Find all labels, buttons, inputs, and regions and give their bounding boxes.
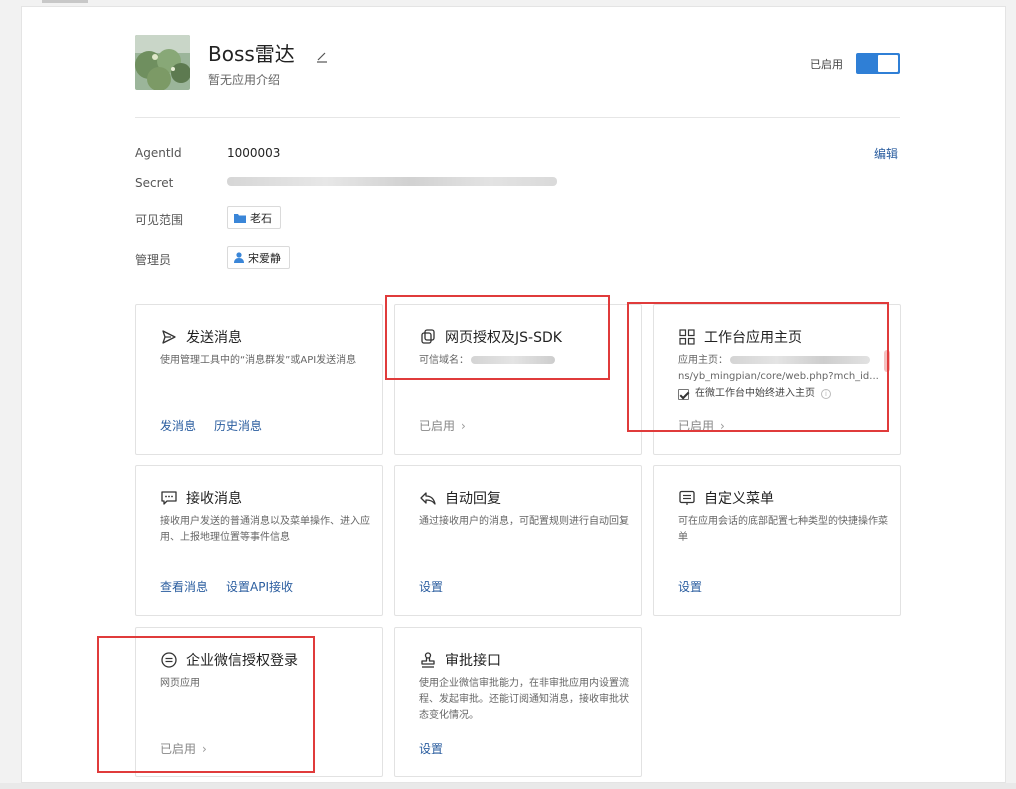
copy-link-icon xyxy=(421,329,435,344)
card-title: 接收消息 xyxy=(186,491,242,507)
card-approval-api: 审批接口 使用企业微信审批能力，在非审批应用内设置流程、发起审批。还能订阅通知消… xyxy=(394,627,642,777)
always-enter-homepage-label: 在微工作台中始终进入主页 xyxy=(695,388,815,399)
menu-list-icon xyxy=(679,490,695,505)
card-title: 网页授权及JS-SDK xyxy=(445,330,562,346)
page-scrollbar[interactable] xyxy=(1006,0,1016,789)
grid-icon xyxy=(679,329,695,345)
homepage-url-label: 应用主页： xyxy=(678,355,728,366)
app-avatar xyxy=(135,35,190,90)
approval-settings-link[interactable]: 设置 xyxy=(419,740,443,757)
admin-chip[interactable]: 宋爱静 xyxy=(227,246,290,269)
bottom-edge xyxy=(0,783,1016,789)
agentid-value: 1000003 xyxy=(227,146,281,160)
secret-label: Secret xyxy=(135,176,174,190)
card-description: 使用管理工具中的“消息群发”或API发送消息 xyxy=(160,355,357,366)
edit-info-link[interactable]: 编辑 xyxy=(874,145,898,162)
info-icon[interactable]: i xyxy=(821,389,831,399)
homepage-url-tail: ns/yb_mingpian/core/web.php?mch_id... xyxy=(678,371,879,382)
card-description: 使用企业微信审批能力，在非审批应用内设置流程、发起审批。还能订阅通知消息，接收审… xyxy=(419,678,629,721)
homepage-url-block: 应用主页： ns/yb_mingpian/core/web.php?mch_id… xyxy=(678,353,888,402)
card-receive-message: 接收消息 接收用户发送的普通消息以及菜单操作、进入应用、上报地理位置等事件信息 … xyxy=(135,465,383,616)
send-message-link[interactable]: 发消息 xyxy=(160,417,196,434)
card-custom-menu: 自定义菜单 可在应用会话的底部配置七种类型的快捷操作菜单 设置 xyxy=(653,465,901,616)
card-workbench-homepage: 工作台应用主页 应用主页： ns/yb_mingpian/core/web.ph… xyxy=(653,304,901,455)
enabled-status-label: 已启用 xyxy=(810,58,843,71)
homepage-url-redacted xyxy=(730,356,870,364)
equal-circle-icon xyxy=(161,652,177,668)
card-web-auth-jssdk: 网页授权及JS-SDK 可信域名： 已启用 › xyxy=(394,304,642,455)
wework-login-status-link[interactable]: 已启用 › xyxy=(160,740,207,757)
card-wework-login: 企业微信授权登录 网页应用 已启用 › xyxy=(135,627,383,777)
header-divider xyxy=(135,117,900,118)
scope-label: 可见范围 xyxy=(135,213,184,227)
folder-icon xyxy=(234,213,246,223)
web-auth-status-link[interactable]: 已启用 › xyxy=(419,417,466,434)
app-name: Boss雷达 xyxy=(208,42,295,66)
top-tab-indicator xyxy=(42,0,88,3)
card-description: 接收用户发送的普通消息以及菜单操作、进入应用、上报地理位置等事件信息 xyxy=(160,516,370,543)
scope-chip[interactable]: 老石 xyxy=(227,206,281,229)
chat-bubble-icon xyxy=(161,491,177,505)
enable-toggle[interactable] xyxy=(856,53,900,74)
secret-value-redacted xyxy=(227,177,557,186)
app-description: 暂无应用介绍 xyxy=(208,73,281,87)
trusted-domain-row: 可信域名： xyxy=(419,353,629,369)
card-auto-reply: 自动回复 通过接收用户的消息，可配置规则进行自动回复 设置 xyxy=(394,465,642,616)
history-message-link[interactable]: 历史消息 xyxy=(214,417,262,434)
agentid-label: AgentId xyxy=(135,146,182,160)
custom-menu-settings-link[interactable]: 设置 xyxy=(678,578,702,595)
card-inner-scrollbar[interactable] xyxy=(884,350,890,372)
card-title: 自定义菜单 xyxy=(704,491,774,507)
card-title: 企业微信授权登录 xyxy=(186,653,298,669)
card-title: 自动回复 xyxy=(445,491,501,507)
user-icon xyxy=(234,252,244,263)
trusted-domain-label: 可信域名： xyxy=(419,355,469,366)
workbench-status-link[interactable]: 已启用 › xyxy=(678,417,725,434)
stamp-icon xyxy=(421,652,435,668)
card-description: 网页应用 xyxy=(160,678,200,689)
card-title: 发送消息 xyxy=(186,330,242,346)
admin-value: 宋爱静 xyxy=(248,251,281,265)
set-api-receive-link[interactable]: 设置API接收 xyxy=(226,578,293,595)
reply-icon xyxy=(420,492,436,505)
always-enter-homepage-checkbox[interactable] xyxy=(678,388,689,400)
card-title: 审批接口 xyxy=(445,653,501,669)
card-description: 可在应用会话的底部配置七种类型的快捷操作菜单 xyxy=(678,516,888,543)
edit-pencil-icon[interactable] xyxy=(315,50,329,64)
trusted-domain-redacted xyxy=(471,356,555,364)
scope-value: 老石 xyxy=(250,211,272,225)
card-description: 通过接收用户的消息，可配置规则进行自动回复 xyxy=(419,516,629,527)
admin-label: 管理员 xyxy=(135,253,172,267)
toggle-knob xyxy=(878,55,898,72)
card-title: 工作台应用主页 xyxy=(704,330,802,346)
card-send-message: 发送消息 使用管理工具中的“消息群发”或API发送消息 发消息 历史消息 xyxy=(135,304,383,455)
view-message-link[interactable]: 查看消息 xyxy=(160,578,208,595)
send-icon xyxy=(162,330,176,344)
auto-reply-settings-link[interactable]: 设置 xyxy=(419,578,443,595)
